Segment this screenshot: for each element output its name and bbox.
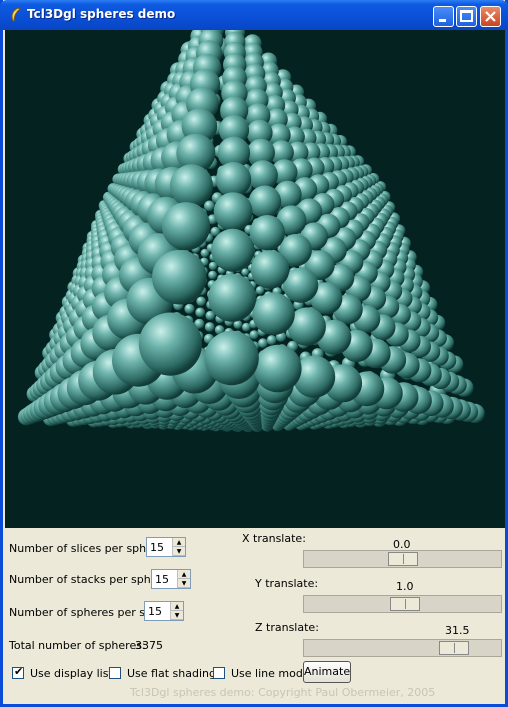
spheres-value[interactable]: 15 xyxy=(148,605,162,618)
stacks-value[interactable]: 15 xyxy=(155,573,169,586)
sphere xyxy=(211,228,255,272)
sphere xyxy=(152,249,207,305)
sphere xyxy=(258,338,268,349)
display-list-checkbox[interactable]: ✔ xyxy=(12,665,24,679)
sphere xyxy=(204,330,259,386)
slices-value[interactable]: 15 xyxy=(150,541,164,554)
display-list-label[interactable]: Use display list xyxy=(30,667,113,680)
sphere xyxy=(204,322,215,332)
y-translate-slider[interactable] xyxy=(303,595,502,613)
sphere-cube-render xyxy=(17,30,485,433)
z-slider-thumb[interactable] xyxy=(439,641,469,655)
y-translate-label: Y translate: xyxy=(255,577,319,590)
sphere xyxy=(252,292,295,336)
copyright-footer: Tcl3Dgl spheres demo: Copyright Paul Obe… xyxy=(130,686,436,699)
slices-spinbox[interactable]: 15 ▲ ▼ xyxy=(146,537,186,557)
sphere xyxy=(248,185,282,219)
flat-shading-checkbox[interactable] xyxy=(109,667,121,679)
line-mode-checkbox[interactable] xyxy=(213,667,225,679)
sphere xyxy=(138,312,202,376)
stacks-label: Number of stacks per sphere: xyxy=(9,573,173,586)
spheres-spinbox[interactable]: 15 ▲ ▼ xyxy=(144,601,184,621)
x-translate-label: X translate: xyxy=(242,532,306,545)
sphere xyxy=(195,307,206,318)
z-translate-label: Z translate: xyxy=(255,621,319,634)
spin-up-icon[interactable]: ▲ xyxy=(173,538,185,547)
flat-shading-label[interactable]: Use flat shading xyxy=(127,667,216,680)
minimize-icon xyxy=(439,19,446,22)
checkmark-icon: ✔ xyxy=(14,665,24,678)
total-value: 3375 xyxy=(135,639,163,652)
y-slider-thumb[interactable] xyxy=(390,597,420,611)
minimize-button[interactable] xyxy=(433,6,454,27)
sphere xyxy=(169,164,214,208)
line-mode-label[interactable]: Use line mode xyxy=(231,667,310,680)
spin-down-icon[interactable]: ▼ xyxy=(171,611,183,620)
sphere xyxy=(249,215,285,251)
title-bar[interactable]: Tcl3Dgl spheres demo xyxy=(0,0,508,30)
maximize-button[interactable] xyxy=(456,6,477,27)
sphere xyxy=(215,162,252,198)
sphere xyxy=(241,268,250,276)
close-button[interactable] xyxy=(480,6,501,27)
spin-down-icon[interactable]: ▼ xyxy=(178,579,190,588)
control-panel: Number of slices per sphere: 15 ▲ ▼ Numbe… xyxy=(5,528,505,704)
opengl-canvas[interactable] xyxy=(5,30,505,528)
sphere xyxy=(162,202,211,251)
app-window: Tcl3Dgl spheres demo Number of slices pe… xyxy=(0,0,508,707)
slices-label: Number of slices per sphere: xyxy=(9,542,168,555)
x-slider-thumb[interactable] xyxy=(388,552,418,566)
sphere xyxy=(249,330,259,340)
sphere xyxy=(250,250,290,289)
sphere xyxy=(184,303,195,314)
total-label: Total number of spheres: xyxy=(9,639,146,652)
sphere xyxy=(266,335,277,346)
sphere xyxy=(196,296,206,307)
animate-button[interactable]: Animate xyxy=(303,661,351,683)
window-title: Tcl3Dgl spheres demo xyxy=(27,7,176,21)
feather-icon xyxy=(11,7,21,22)
sphere xyxy=(208,273,257,322)
sphere xyxy=(213,192,253,232)
z-translate-value: 31.5 xyxy=(445,624,470,637)
spin-down-icon[interactable]: ▼ xyxy=(173,547,185,556)
spin-up-icon[interactable]: ▲ xyxy=(171,602,183,611)
sphere xyxy=(253,344,302,393)
close-icon xyxy=(485,11,496,22)
spheres-label: Number of spheres per side: xyxy=(9,606,166,619)
spin-up-icon[interactable]: ▲ xyxy=(178,570,190,579)
x-translate-slider[interactable] xyxy=(303,550,502,568)
stacks-spinbox[interactable]: 15 ▲ ▼ xyxy=(151,569,191,589)
z-translate-slider[interactable] xyxy=(303,639,502,657)
sphere xyxy=(208,270,218,280)
y-translate-value: 1.0 xyxy=(396,580,414,593)
maximize-icon xyxy=(460,10,473,22)
